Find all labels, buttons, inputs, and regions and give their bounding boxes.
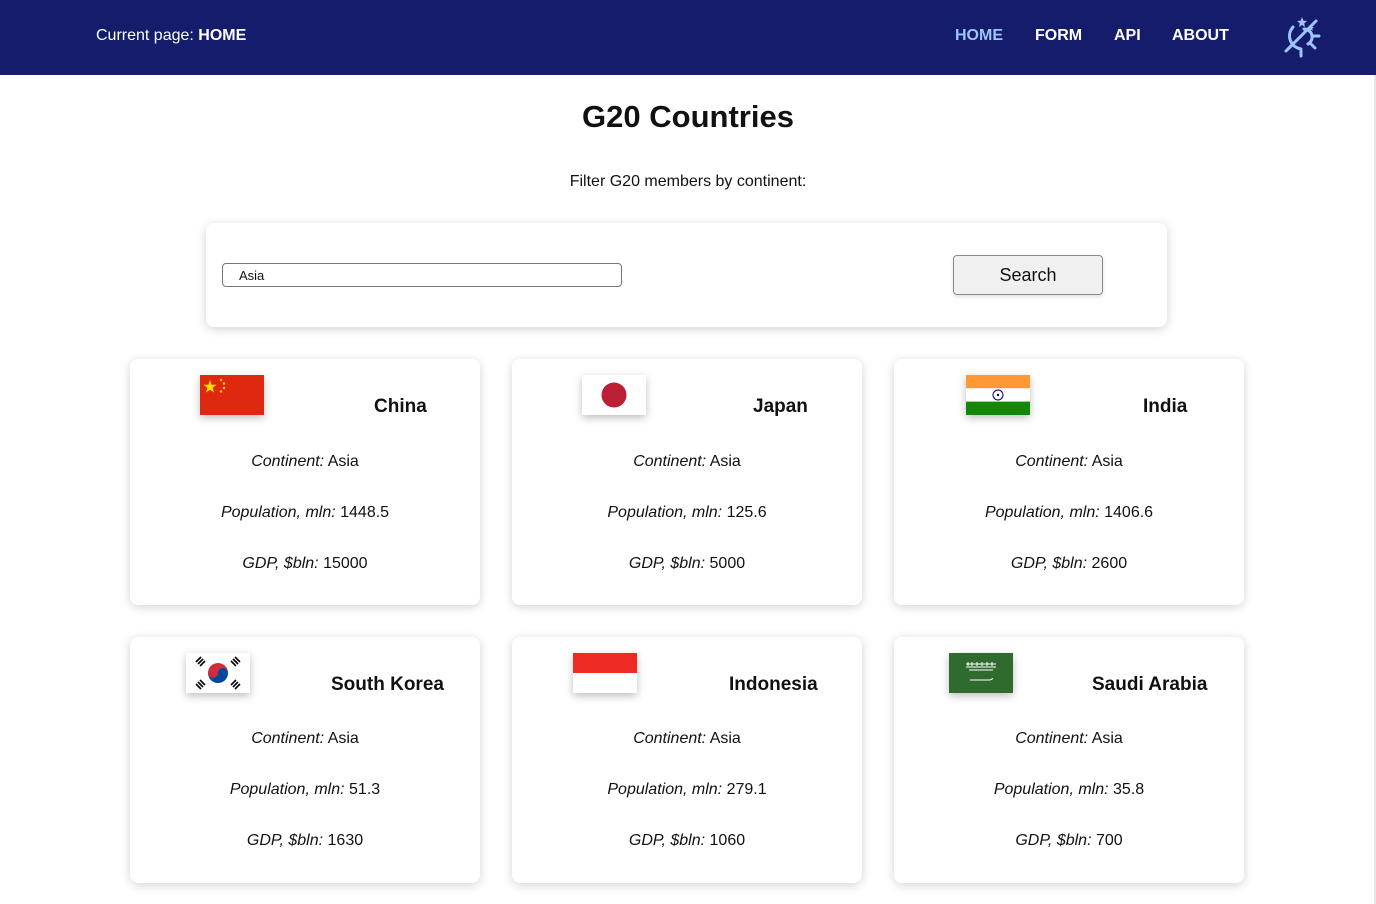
continent-value: Asia xyxy=(1091,730,1123,747)
gdp-value: 2600 xyxy=(1091,555,1128,572)
country-card-japan: Japan Continent: Asia Population, mln: 1… xyxy=(512,359,862,605)
population-label: Population, mln: xyxy=(220,504,336,521)
country-population: Population, mln: 1448.5 xyxy=(130,503,480,523)
country-name: Japan xyxy=(753,396,808,417)
country-population: Population, mln: 279.1 xyxy=(512,780,862,800)
navbar: Current page: HOME HOME FORM API ABOUT xyxy=(0,0,1376,75)
population-label: Population, mln: xyxy=(607,781,723,798)
population-label: Population, mln: xyxy=(607,504,723,521)
population-value: 35.8 xyxy=(1113,781,1145,798)
population-value: 279.1 xyxy=(726,781,767,798)
nav-link-about[interactable]: ABOUT xyxy=(1172,26,1229,46)
country-name: Indonesia xyxy=(729,674,818,695)
continent-value: Asia xyxy=(327,453,359,470)
nav-link-home[interactable]: HOME xyxy=(955,26,1003,46)
nav-link-form[interactable]: FORM xyxy=(1035,26,1082,46)
country-gdp: GDP, $bln: 700 xyxy=(894,831,1244,851)
country-name: India xyxy=(1143,396,1188,417)
gdp-value: 700 xyxy=(1095,832,1123,849)
filter-label: Filter G20 members by continent: xyxy=(569,173,807,190)
continent-value: Asia xyxy=(709,453,741,470)
country-continent: Continent: Asia xyxy=(130,729,480,749)
country-name: South Korea xyxy=(331,674,444,695)
gdp-value: 5000 xyxy=(709,555,746,572)
sun-moon-icon[interactable] xyxy=(1278,13,1324,59)
country-card-indonesia: Indonesia Continent: Asia Population, ml… xyxy=(512,637,862,883)
country-continent: Continent: Asia xyxy=(894,729,1244,749)
country-continent: Continent: Asia xyxy=(512,729,862,749)
continent-label: Continent: xyxy=(633,730,707,747)
population-label: Population, mln: xyxy=(993,781,1109,798)
continent-value: Asia xyxy=(327,730,359,747)
current-page-label: Current page: xyxy=(96,27,194,44)
continent-value: Asia xyxy=(709,730,741,747)
country-gdp: GDP, $bln: 15000 xyxy=(130,554,480,574)
continent-value: Asia xyxy=(1091,453,1123,470)
population-value: 51.3 xyxy=(349,781,381,798)
gdp-label: GDP, $bln: xyxy=(1010,555,1088,572)
continent-label: Continent: xyxy=(251,730,325,747)
country-continent: Continent: Asia xyxy=(130,452,480,472)
continent-search-input[interactable] xyxy=(222,263,622,287)
country-gdp: GDP, $bln: 5000 xyxy=(512,554,862,574)
population-value: 1448.5 xyxy=(340,504,390,521)
continent-label: Continent: xyxy=(1015,453,1089,470)
china-flag-icon xyxy=(200,375,264,415)
gdp-label: GDP, $bln: xyxy=(628,832,706,849)
continent-label: Continent: xyxy=(1015,730,1089,747)
continent-label: Continent: xyxy=(251,453,325,470)
country-population: Population, mln: 125.6 xyxy=(512,503,862,523)
gdp-label: GDP, $bln: xyxy=(628,555,706,572)
country-gdp: GDP, $bln: 1060 xyxy=(512,831,862,851)
gdp-label: GDP, $bln: xyxy=(1015,832,1092,849)
india-flag-icon xyxy=(966,375,1030,415)
japan-flag-icon xyxy=(582,375,646,415)
country-card-india: India Continent: Asia Population, mln: 1… xyxy=(894,359,1244,605)
gdp-label: GDP, $bln: xyxy=(246,832,324,849)
gdp-label: GDP, $bln: xyxy=(242,555,319,572)
search-panel: Search xyxy=(206,223,1167,327)
south-korea-flag-icon xyxy=(186,653,250,693)
gdp-value: 15000 xyxy=(323,555,368,572)
population-value: 125.6 xyxy=(726,504,767,521)
saudi-arabia-flag-icon xyxy=(949,653,1013,693)
gdp-value: 1630 xyxy=(327,832,364,849)
country-continent: Continent: Asia xyxy=(512,452,862,472)
population-value: 1406.6 xyxy=(1104,504,1154,521)
continent-label: Continent: xyxy=(633,453,707,470)
gdp-value: 1060 xyxy=(709,832,746,849)
country-population: Population, mln: 1406.6 xyxy=(894,503,1244,523)
population-label: Population, mln: xyxy=(229,781,345,798)
search-button[interactable]: Search xyxy=(953,255,1103,295)
country-name: China xyxy=(374,396,427,417)
current-page-indicator: Current page: HOME xyxy=(96,26,246,46)
indonesia-flag-icon xyxy=(573,653,637,693)
population-label: Population, mln: xyxy=(984,504,1100,521)
country-continent: Continent: Asia xyxy=(894,452,1244,472)
current-page-value: HOME xyxy=(198,27,247,44)
country-card-south-korea: South Korea Continent: Asia Population, … xyxy=(130,637,480,883)
country-population: Population, mln: 35.8 xyxy=(894,780,1244,800)
country-name: Saudi Arabia xyxy=(1092,674,1208,695)
country-card-saudi-arabia: Saudi Arabia Continent: Asia Population,… xyxy=(894,637,1244,883)
country-gdp: GDP, $bln: 2600 xyxy=(894,554,1244,574)
country-gdp: GDP, $bln: 1630 xyxy=(130,831,480,851)
nav-link-api[interactable]: API xyxy=(1114,26,1141,46)
country-card-china: China Continent: Asia Population, mln: 1… xyxy=(130,359,480,605)
country-population: Population, mln: 51.3 xyxy=(130,780,480,800)
page-title: G20 Countries xyxy=(582,99,794,134)
